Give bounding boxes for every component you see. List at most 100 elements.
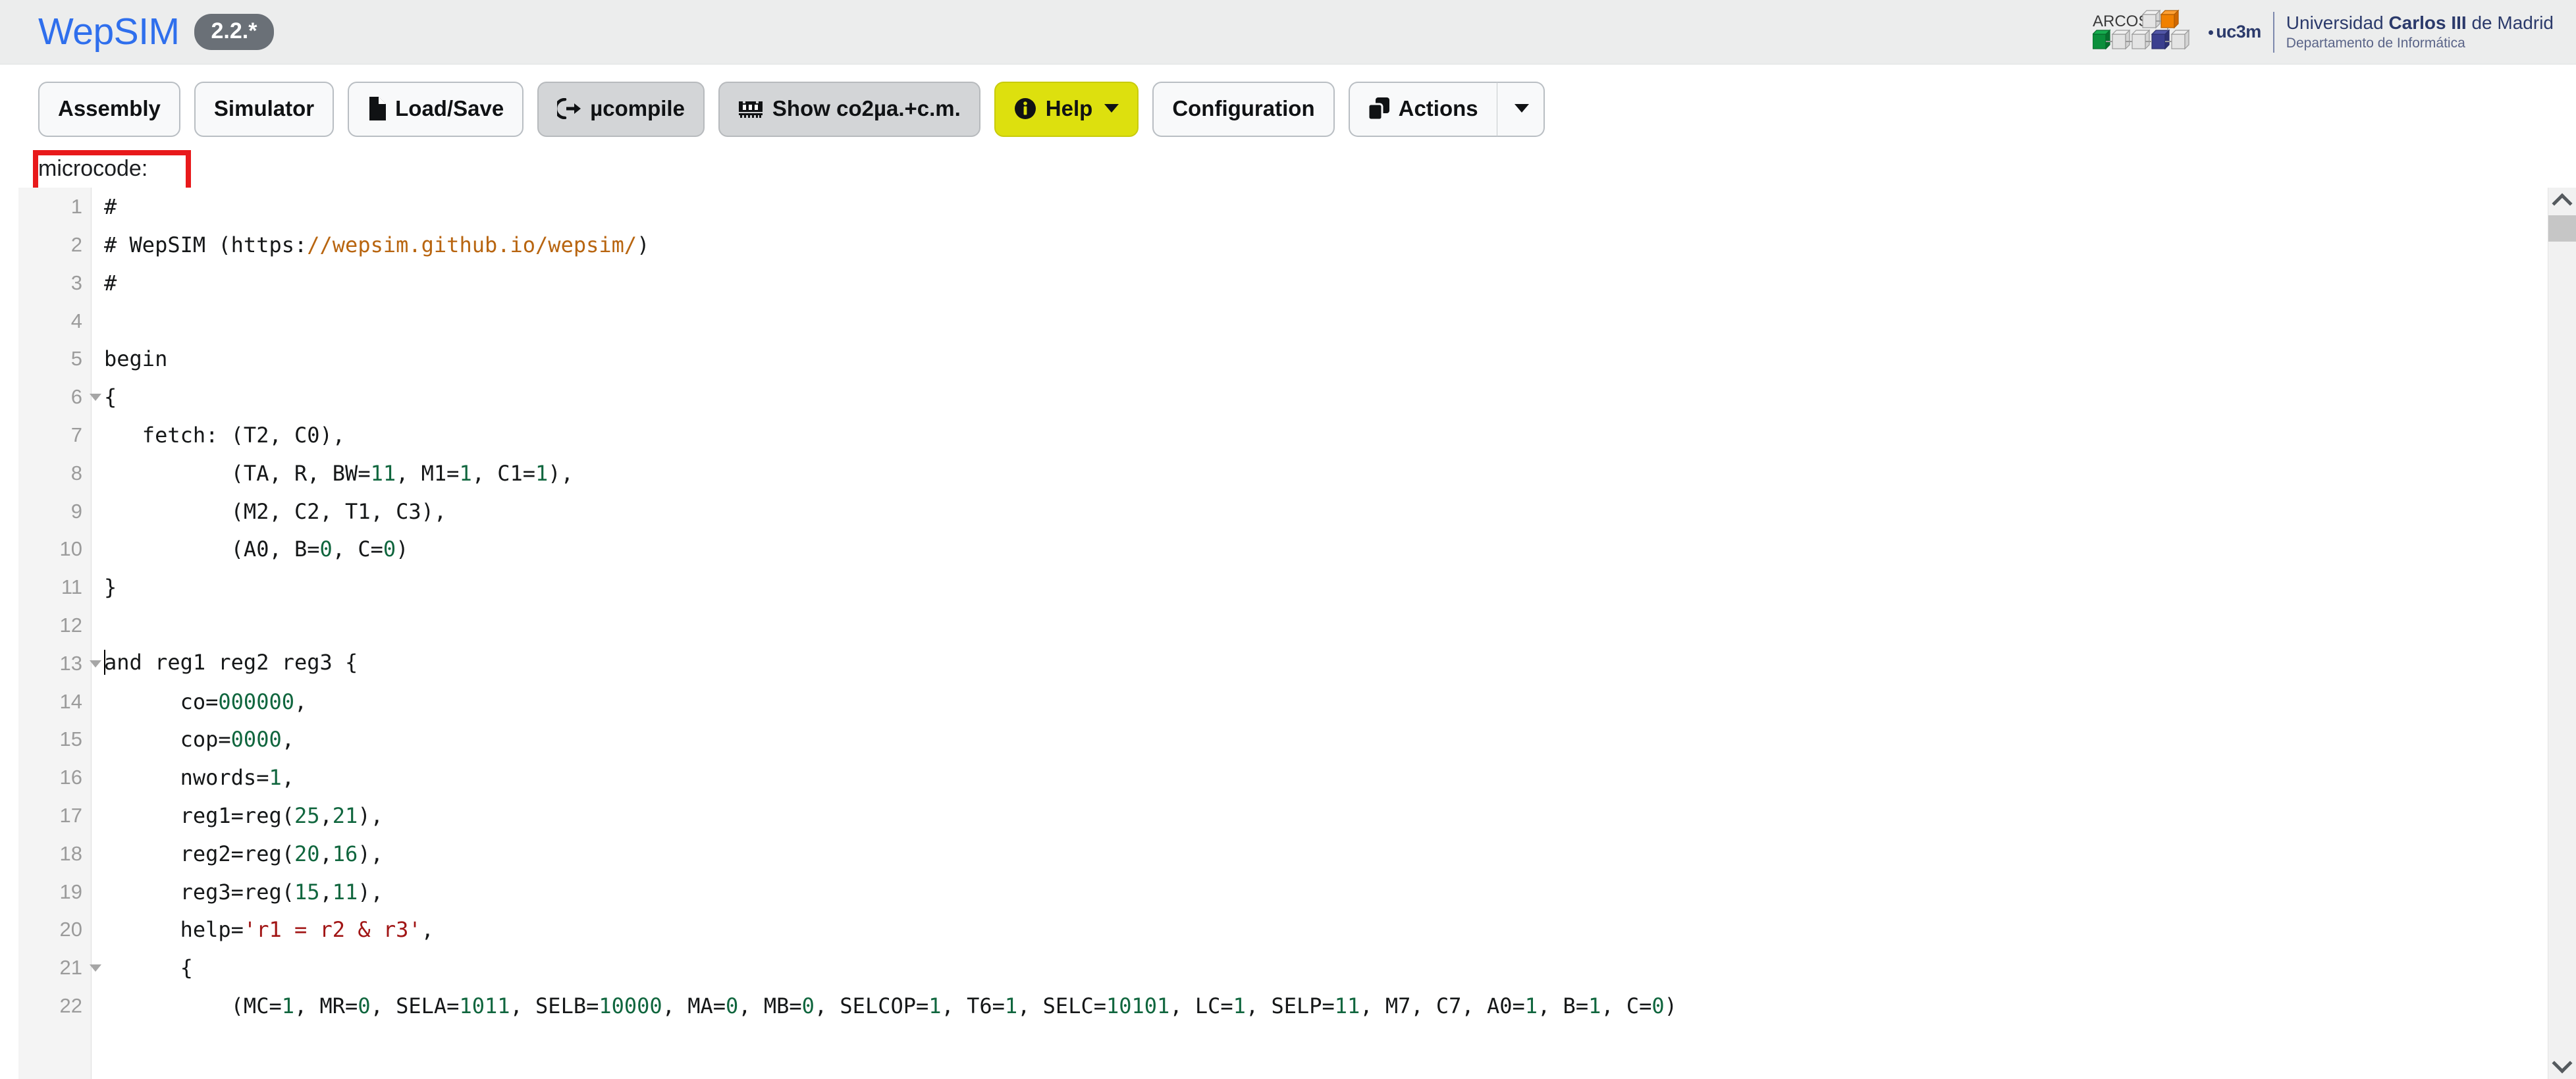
editor-vertical-scrollbar[interactable] <box>2548 188 2576 1079</box>
scroll-up-button[interactable] <box>2548 188 2576 216</box>
line-code[interactable]: # <box>91 273 2576 294</box>
line-code[interactable]: (M2, C2, T1, C3), <box>91 501 2576 522</box>
line-number: 18 <box>59 841 82 865</box>
microcode-editor[interactable]: 1 #2 # WepSIM (https://wepsim.github.io/we… <box>0 188 2576 1079</box>
line-number: 21 <box>18 956 101 980</box>
actions-button-group: Actions <box>1348 82 1545 137</box>
editor-line[interactable]: 16 nwords=1, <box>0 758 2576 797</box>
editor-content[interactable]: 1 #2 # WepSIM (https://wepsim.github.io/we… <box>0 188 2576 1079</box>
line-code[interactable]: fetch: (T2, C0), <box>91 425 2576 446</box>
line-code[interactable]: help='r1 = r2 & r3', <box>91 919 2576 940</box>
line-number: 19 <box>59 880 82 903</box>
chevron-down-icon <box>2552 1053 2573 1074</box>
line-number: 16 <box>59 766 82 789</box>
actions-dropdown-toggle[interactable] <box>1497 82 1545 137</box>
line-number: 4 <box>70 309 82 332</box>
editor-line[interactable]: 5 begin <box>0 340 2576 379</box>
line-code[interactable]: begin <box>91 348 2576 369</box>
show-co2ua-cm-button-label: Show co2µa.+c.m. <box>772 96 961 120</box>
editor-line[interactable]: 22 (MC=1, MR=0, SELA=1011, SELB=10000, M… <box>0 987 2576 1025</box>
editor-line[interactable]: 3 # <box>0 264 2576 302</box>
line-code[interactable]: nwords=1, <box>91 767 2576 788</box>
editor-line[interactable]: 17 reg1=reg(25,21), <box>0 797 2576 835</box>
load-save-button-label: Load/Save <box>395 96 504 120</box>
line-code[interactable]: (MC=1, MR=0, SELA=1011, SELB=10000, MA=0… <box>91 995 2576 1016</box>
file-icon <box>367 96 387 120</box>
line-code[interactable]: reg3=reg(15,11), <box>91 882 2576 903</box>
ucompile-button-label: µcompile <box>590 96 685 120</box>
show-co2ua-cm-button[interactable]: Show co2µa.+c.m. <box>718 82 980 137</box>
load-save-button[interactable]: Load/Save <box>348 82 524 137</box>
editor-line[interactable]: 7 fetch: (T2, C0), <box>0 416 2576 454</box>
line-code[interactable]: { <box>91 957 2576 978</box>
editor-line[interactable]: 18 reg2=reg(20,16), <box>0 835 2576 873</box>
line-number: 12 <box>59 614 82 637</box>
line-number: 1 <box>70 195 82 219</box>
fold-toggle-icon[interactable] <box>90 394 101 402</box>
editor-line[interactable]: 14 co=000000, <box>0 683 2576 721</box>
line-number: 8 <box>70 461 82 485</box>
editor-line[interactable]: 2 # WepSIM (https://wepsim.github.io/weps… <box>0 226 2576 264</box>
editor-line[interactable]: 4 <box>0 302 2576 340</box>
line-number: 9 <box>70 499 82 523</box>
scroll-down-button[interactable] <box>2548 1051 2576 1079</box>
line-code[interactable]: (A0, B=0, C=0) <box>91 539 2576 560</box>
editor-line[interactable]: 19 reg3=reg(15,11), <box>0 873 2576 911</box>
editor-line[interactable]: 10 (A0, B=0, C=0) <box>0 531 2576 569</box>
editor-line[interactable]: 11} <box>0 568 2576 606</box>
editor-line[interactable]: 1 # <box>0 188 2576 226</box>
editor-line[interactable]: 21 { <box>0 949 2576 987</box>
line-number: 13 <box>18 652 101 675</box>
assembly-button[interactable]: Assembly <box>38 82 180 137</box>
svg-text:ARCOS: ARCOS <box>2093 13 2149 30</box>
chevron-down-icon <box>1104 104 1119 113</box>
simulator-button-label: Simulator <box>213 96 315 120</box>
line-number: 22 <box>59 994 82 1018</box>
scrollbar-thumb[interactable] <box>2548 215 2576 242</box>
line-code[interactable]: { <box>91 386 2576 408</box>
editor-line[interactable]: 13 and reg1 reg2 reg3 { <box>0 645 2576 683</box>
app-header: WepSIM 2.2.* ARCOS uc3m Universidad Carl… <box>0 0 2576 65</box>
editor-line[interactable]: 6{ <box>0 378 2576 416</box>
arcos-logo-icon: ARCOS <box>2093 9 2190 49</box>
ucompile-button[interactable]: µcompile <box>537 82 705 137</box>
editor-line[interactable]: 20 help='r1 = r2 & r3', <box>0 911 2576 949</box>
line-code[interactable]: co=000000, <box>91 691 2576 712</box>
line-code[interactable]: } <box>91 577 2576 598</box>
uc3m-word: uc3m <box>2209 22 2261 42</box>
line-number: 20 <box>59 918 82 941</box>
version-badge: 2.2.* <box>194 14 275 50</box>
editor-line[interactable]: 15 cop=0000, <box>0 721 2576 759</box>
line-number: 17 <box>59 804 82 828</box>
line-code[interactable]: reg2=reg(20,16), <box>91 843 2576 864</box>
line-code[interactable]: reg1=reg(25,21), <box>91 805 2576 826</box>
fold-toggle-icon[interactable] <box>90 660 101 668</box>
logo-divider <box>2272 11 2274 53</box>
help-button[interactable]: Help <box>994 82 1139 137</box>
uc3m-logo: ARCOS uc3m Universidad Carlos III de Mad… <box>2093 8 2562 57</box>
line-number: 5 <box>70 347 82 371</box>
line-code[interactable]: and reg1 reg2 reg3 { <box>91 649 2576 676</box>
line-code[interactable]: (TA, R, BW=11, M1=1, C1=1), <box>91 463 2576 484</box>
editor-line[interactable]: 8 (TA, R, BW=11, M1=1, C1=1), <box>0 454 2576 492</box>
editor-line[interactable]: 9 (M2, C2, T1, C3), <box>0 492 2576 531</box>
line-code[interactable]: cop=0000, <box>91 729 2576 750</box>
line-code[interactable]: # <box>91 196 2576 217</box>
editor-lines[interactable]: 1 #2 # WepSIM (https://wepsim.github.io/we… <box>0 188 2576 1025</box>
memory-chip-icon <box>738 99 763 118</box>
uc3m-wordmark: uc3m Universidad Carlos III de Madrid De… <box>2209 11 2554 53</box>
line-code[interactable]: # WepSIM (https://wepsim.github.io/wepsi… <box>91 234 2576 255</box>
simulator-button[interactable]: Simulator <box>194 82 335 137</box>
brand: WepSIM 2.2.* <box>38 13 275 51</box>
info-circle-icon <box>1014 97 1036 120</box>
copy-stack-icon <box>1368 97 1389 120</box>
configuration-button[interactable]: Configuration <box>1152 82 1335 137</box>
chevron-up-icon <box>2552 193 2573 214</box>
university-name: Universidad Carlos III de Madrid <box>2286 12 2554 33</box>
actions-button[interactable]: Actions <box>1348 82 1497 137</box>
editor-line[interactable]: 12 <box>0 606 2576 645</box>
line-number: 2 <box>70 233 82 257</box>
fold-toggle-icon[interactable] <box>90 964 101 972</box>
assembly-button-label: Assembly <box>58 96 161 120</box>
actions-button-label: Actions <box>1398 96 1478 120</box>
